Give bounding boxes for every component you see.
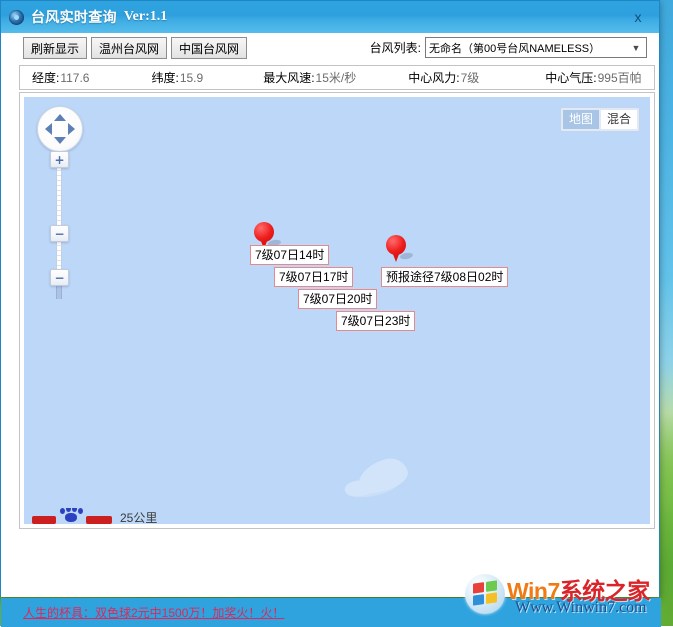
typhoon-list-dropdown[interactable]: 无命名（第00号台风NAMELESS） ▼: [425, 37, 647, 58]
typhoon-list-group: 台风列表: 无命名（第00号台风NAMELESS） ▼: [370, 37, 647, 58]
paw-icon: [58, 508, 84, 524]
info-latitude: 纬度: 15.9: [151, 69, 203, 86]
map-type-standard[interactable]: 地图: [563, 110, 599, 129]
bottom-blank-area: [19, 533, 655, 591]
info-center-wind-force: 中心风力: 7级: [408, 69, 479, 86]
zoom-slider-track[interactable]: [56, 161, 62, 273]
track-label-07-14[interactable]: 7级07日14时: [250, 245, 329, 265]
track-label-07-23[interactable]: 7级07日23时: [336, 311, 415, 331]
map-type-switch: 地图 混合: [560, 107, 640, 132]
status-bar: 人生的杯具：双色球2元中1500万！加奖火！火！: [1, 598, 661, 627]
typhoon-application-window: 台风实时查询 Ver:1.1 x 刷新显示 温州台风网 中国台风网 台风列表: …: [0, 0, 660, 597]
zoom-slider-control[interactable]: + − −: [50, 151, 68, 276]
wenzhou-typhoon-net-button[interactable]: 温州台风网: [91, 37, 167, 59]
info-max-wind-speed-label: 最大风速:: [263, 69, 314, 86]
baidu-map-logo: [30, 508, 116, 524]
zoom-out-icon: −: [54, 272, 64, 284]
info-center-pressure: 中心气压: 995百帕: [545, 69, 641, 86]
info-max-wind-speed: 最大风速: 15米/秒: [263, 69, 356, 86]
typhoon-marker-forecast[interactable]: [386, 235, 406, 263]
info-longitude: 经度: 117.6: [32, 69, 89, 86]
info-center-wind-force-value: 7级: [461, 69, 480, 86]
track-label-forecast-08-02[interactable]: 预报途径7级08日02时: [381, 267, 508, 287]
info-max-wind-speed-value: 15米/秒: [316, 69, 357, 86]
typhoon-list-selected-value: 无命名（第00号台风NAMELESS）: [429, 40, 629, 56]
toolbar: 刷新显示 温州台风网 中国台风网 台风列表: 无命名（第00号台风NAMELES…: [1, 33, 659, 63]
info-latitude-value: 15.9: [180, 71, 203, 85]
zoom-in-icon: +: [54, 154, 64, 166]
window-title: 台风实时查询: [31, 7, 117, 27]
info-longitude-label: 经度:: [32, 69, 59, 86]
close-icon[interactable]: x: [625, 6, 651, 28]
typhoon-icon: [9, 10, 24, 25]
zoom-slider-handle[interactable]: −: [50, 225, 69, 242]
info-center-wind-force-label: 中心风力:: [408, 69, 459, 86]
typhoon-list-label: 台风列表:: [370, 39, 421, 56]
title-bar: 台风实时查询 Ver:1.1 x: [1, 1, 659, 33]
map-panel: + − − 地图 混合: [19, 92, 655, 529]
info-center-pressure-label: 中心气压:: [545, 69, 596, 86]
zoom-handle-icon: −: [54, 228, 64, 240]
pan-down-icon[interactable]: [54, 137, 66, 144]
logo-bar-right: [86, 516, 112, 524]
marker-head: [386, 235, 406, 255]
chevron-down-icon: ▼: [629, 43, 643, 53]
pan-up-icon[interactable]: [54, 114, 66, 121]
map-canvas[interactable]: + − − 地图 混合: [24, 97, 650, 524]
refresh-display-button[interactable]: 刷新显示: [23, 37, 87, 59]
track-label-07-20[interactable]: 7级07日20时: [298, 289, 377, 309]
zoom-out-button[interactable]: −: [50, 269, 69, 286]
china-typhoon-net-button[interactable]: 中国台风网: [171, 37, 247, 59]
info-center-pressure-value: 995百帕: [598, 69, 642, 86]
client-area: 刷新显示 温州台风网 中国台风网 台风列表: 无命名（第00号台风NAMELES…: [1, 33, 659, 597]
typhoon-info-bar: 经度: 117.6 纬度: 15.9 最大风速: 15米/秒 中心风力: 7级 …: [19, 65, 655, 90]
logo-bar-left: [32, 516, 56, 524]
marker-head: [254, 222, 274, 242]
map-scale-label: 25公里: [120, 509, 157, 524]
pan-left-icon[interactable]: [45, 123, 52, 135]
zoom-in-button[interactable]: +: [50, 151, 69, 168]
pan-right-icon[interactable]: [68, 123, 75, 135]
info-latitude-label: 纬度:: [151, 69, 178, 86]
window-version: Ver:1.1: [124, 9, 167, 25]
pan-compass-control[interactable]: [37, 106, 83, 152]
promo-link[interactable]: 人生的杯具：双色球2元中1500万！加奖火！火！: [23, 604, 284, 621]
island-shape: [353, 454, 412, 499]
map-type-hybrid[interactable]: 混合: [601, 110, 637, 129]
info-longitude-value: 117.6: [60, 71, 89, 85]
track-label-07-17[interactable]: 7级07日17时: [274, 267, 353, 287]
